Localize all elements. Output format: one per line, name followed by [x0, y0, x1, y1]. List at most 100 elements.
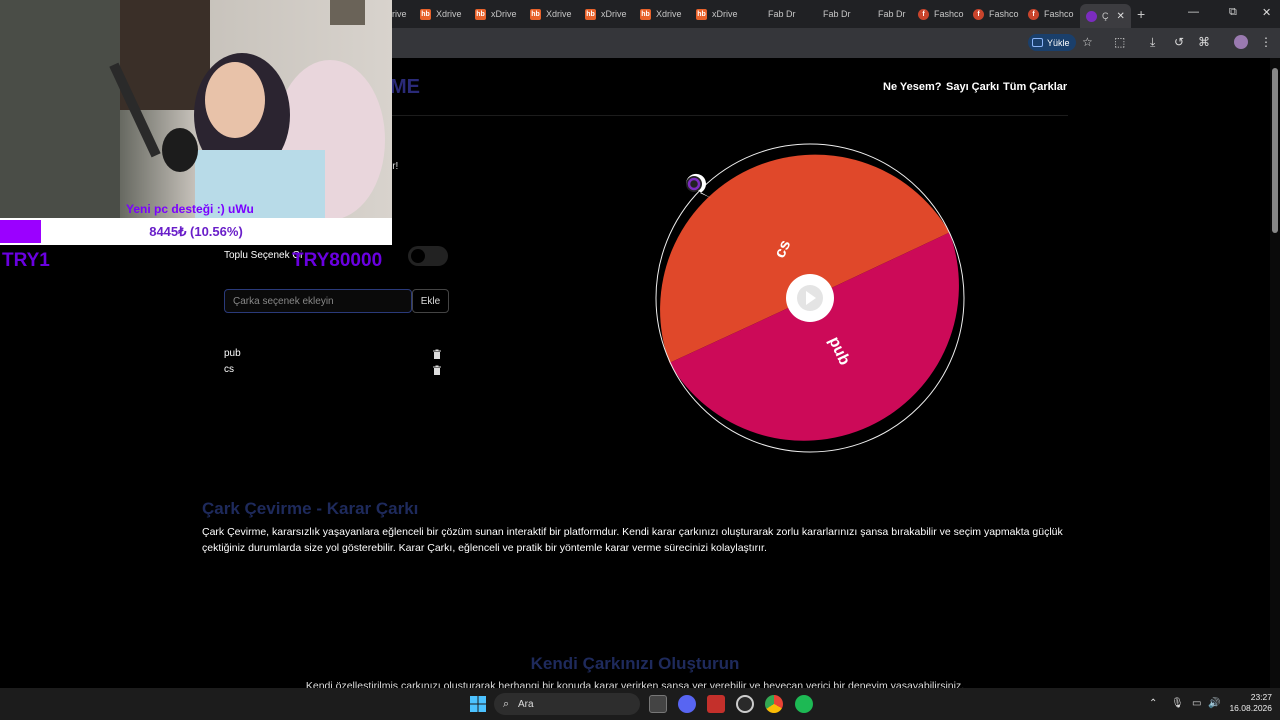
- tab-label: Fab Dr: [878, 9, 906, 19]
- maximize-icon[interactable]: ⧉: [1229, 6, 1237, 19]
- bookmark-star-icon[interactable]: ☆: [1082, 35, 1093, 49]
- search-icon: ⌕: [503, 697, 510, 710]
- update-button[interactable]: Yükle: [1028, 34, 1076, 51]
- profile-avatar[interactable]: [1234, 35, 1248, 49]
- hb-icon: hb: [420, 8, 431, 20]
- hb-icon: hb: [640, 8, 651, 20]
- browser-tab[interactable]: hb Xdrive: [420, 4, 462, 24]
- tray-chevron-icon[interactable]: ⌃: [1149, 698, 1157, 709]
- clock-time: 23:27: [1250, 692, 1272, 702]
- tab-label: Ç: [1102, 11, 1109, 21]
- translate-icon[interactable]: ⌘: [1198, 35, 1210, 49]
- page-scrollbar[interactable]: [1270, 58, 1280, 688]
- menu-icon[interactable]: ⋮: [1260, 35, 1272, 49]
- browser-tab[interactable]: hb Xdrive: [530, 4, 572, 24]
- obs-icon[interactable]: [736, 695, 754, 713]
- hb-icon: hb: [696, 8, 707, 20]
- fashco-icon: f: [973, 8, 984, 20]
- windows-taskbar: [0, 688, 1280, 720]
- minimize-icon[interactable]: —: [1188, 6, 1199, 18]
- volume-icon[interactable]: 🔊: [1208, 698, 1220, 709]
- tab-label: Fashco: [934, 9, 964, 19]
- hb-icon: hb: [585, 8, 596, 20]
- browser-tab[interactable]: rive: [392, 4, 407, 24]
- fashco-icon: f: [918, 8, 929, 20]
- close-window-icon[interactable]: ✕: [1262, 6, 1271, 19]
- site-logo[interactable]: ME: [390, 76, 420, 99]
- tab-label: Xdrive: [546, 9, 572, 19]
- hb-icon: hb: [530, 8, 541, 20]
- taskbar-search[interactable]: ⌕ Ara: [494, 693, 640, 715]
- create-heading: Kendi Çarkınızı Oluşturun: [530, 654, 740, 673]
- browser-tab[interactable]: f Fashco: [973, 4, 1019, 24]
- donation-amount: 8445₺ (10.56%): [149, 224, 243, 239]
- option-item: pub: [224, 348, 241, 359]
- browser-tab[interactable]: hb xDrive: [696, 4, 738, 24]
- close-tab-icon[interactable]: ✕: [1117, 11, 1125, 22]
- browser-tab[interactable]: hb Xdrive: [640, 4, 682, 24]
- microphone-icon[interactable]: 🎙: [1171, 698, 1184, 709]
- add-option-button[interactable]: Ekle: [412, 289, 449, 313]
- browser-tab-active[interactable]: Ç ✕: [1080, 4, 1131, 28]
- browser-tab[interactable]: Fab Dr: [807, 4, 851, 24]
- taskbar-clock[interactable]: 23:27 16.08.2026: [1226, 692, 1272, 714]
- tab-label: Fab Dr: [768, 9, 796, 19]
- extensions-icon[interactable]: ⬚: [1114, 35, 1125, 49]
- nav-link-sayi-carki[interactable]: Sayı Çarkı: [946, 81, 999, 93]
- tab-label: rive: [392, 9, 407, 19]
- bulk-option-label: Toplu Seçenek Gi: [224, 250, 303, 261]
- spotify-icon[interactable]: [795, 695, 813, 713]
- browser-tab[interactable]: f Fashco: [1028, 4, 1074, 24]
- tab-label: xDrive: [712, 9, 738, 19]
- wheel-icon: [1086, 10, 1097, 22]
- about-heading: Çark Çevirme - Karar Çarkı: [202, 499, 419, 518]
- update-label: Yükle: [1047, 37, 1070, 48]
- tab-label: xDrive: [601, 9, 627, 19]
- about-text: Çark Çevirme, kararsızlık yaşayanlara eğ…: [202, 526, 1063, 554]
- new-tab-button[interactable]: +: [1137, 4, 1145, 24]
- option-item: cs: [224, 364, 234, 375]
- browser-tab[interactable]: Fab Dr: [862, 4, 906, 24]
- browser-tab[interactable]: Fab Dr: [752, 4, 796, 24]
- tab-label: Xdrive: [436, 9, 462, 19]
- toggle-knob: [411, 249, 425, 263]
- hb-icon: hb: [475, 8, 486, 20]
- fab-icon: [807, 9, 818, 20]
- donation-goal-min: TRY1: [2, 250, 50, 271]
- donation-bar: 8445₺ (10.56%): [0, 218, 392, 245]
- search-label: Ara: [518, 698, 534, 710]
- donation-message: Yeni pc desteği :) uWu: [126, 202, 254, 216]
- add-option-input[interactable]: [224, 289, 412, 313]
- discord-icon[interactable]: [678, 695, 696, 713]
- history-icon[interactable]: ↺: [1174, 35, 1184, 49]
- tab-label: Fashco: [1044, 9, 1074, 19]
- webcam-image: [0, 0, 385, 218]
- webcam-overlay: [0, 0, 392, 218]
- browser-tab[interactable]: f Fashco: [918, 4, 964, 24]
- nav-link-ne-yesem[interactable]: Ne Yesem?: [883, 81, 942, 93]
- browser-tab[interactable]: hb xDrive: [475, 4, 517, 24]
- bulk-option-toggle[interactable]: [408, 246, 448, 266]
- nav-link-tum-carklar[interactable]: Tüm Çarklar: [1003, 81, 1067, 93]
- tab-label: Fab Dr: [823, 9, 851, 19]
- delete-icon[interactable]: [432, 349, 442, 359]
- network-icon[interactable]: ▭: [1192, 698, 1201, 709]
- task-view-icon[interactable]: [649, 695, 667, 713]
- fab-icon: [862, 9, 873, 20]
- donation-goal-max: TRY80000: [292, 250, 383, 271]
- wheel-pointer-icon: [685, 173, 711, 198]
- streaming-app-icon[interactable]: [707, 695, 725, 713]
- update-icon: [1032, 38, 1043, 47]
- fab-icon: [752, 9, 763, 20]
- chrome-icon[interactable]: [765, 695, 783, 713]
- scroll-thumb[interactable]: [1272, 68, 1278, 233]
- browser-tab[interactable]: hb xDrive: [585, 4, 627, 24]
- tab-label: Xdrive: [656, 9, 682, 19]
- tab-label: xDrive: [491, 9, 517, 19]
- windows-start-icon[interactable]: [470, 696, 486, 712]
- delete-icon[interactable]: [432, 365, 442, 375]
- download-icon[interactable]: ⤓: [1150, 35, 1155, 50]
- create-text: Kendi özelleştirilmiş çarkınızı oluştura…: [305, 680, 965, 688]
- clock-date: 16.08.2026: [1229, 703, 1272, 713]
- tab-label: Fashco: [989, 9, 1019, 19]
